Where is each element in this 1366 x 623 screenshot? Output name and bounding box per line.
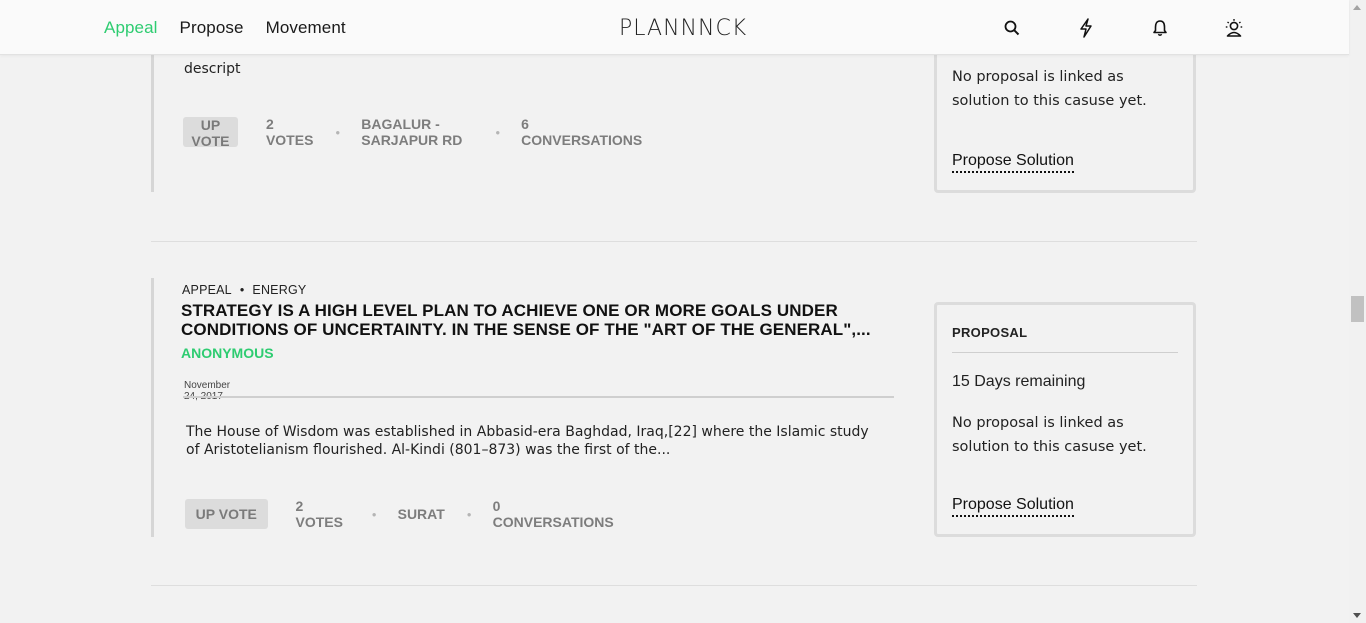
user-icon[interactable]: [1222, 15, 1246, 41]
bell-icon[interactable]: [1148, 15, 1172, 41]
scroll-up-arrow[interactable]: [1353, 5, 1361, 10]
scroll-thumb[interactable]: [1351, 296, 1364, 322]
proposal-note: No proposal is linked as solution to thi…: [952, 415, 1147, 455]
nav-propose[interactable]: Propose: [180, 18, 244, 38]
item-category[interactable]: ENERGY: [252, 283, 306, 297]
appeal-item: APPEAL • ENERGY STRATEGY IS A HIGH LEVEL P…: [151, 278, 894, 537]
upvote-button[interactable]: UP VOTE: [185, 499, 268, 529]
vote-count: 2 VOTES: [265, 116, 314, 148]
nav-appeal[interactable]: Appeal: [104, 18, 158, 38]
location-link[interactable]: SURAT: [398, 506, 445, 522]
main-nav: Appeal Propose Movement: [104, 0, 368, 55]
propose-solution-link[interactable]: Propose Solution: [952, 496, 1074, 517]
proposal-label: PROPOSAL: [952, 325, 1028, 340]
proposal-note: No proposal is linked as solution to thi…: [952, 69, 1147, 109]
vote-count: 2 VOTES: [295, 498, 343, 530]
scroll-down-arrow[interactable]: [1353, 613, 1361, 618]
conversations-link[interactable]: 6 CONVERSATIONS: [521, 116, 642, 148]
item-author[interactable]: ANONYMOUS: [181, 345, 274, 361]
separator-dot: •: [239, 283, 245, 297]
conversations-link[interactable]: 0 CONVERSATIONS: [493, 498, 615, 530]
propose-solution-link[interactable]: Propose Solution: [952, 152, 1074, 173]
item-actions: UP VOTE 2 VOTES ● BAGALUR - SARJAPUR RD …: [183, 116, 642, 149]
card-divider: [952, 352, 1178, 353]
location-link[interactable]: BAGALUR - SARJAPUR RD: [361, 116, 473, 148]
logo[interactable]: PLANNNCK: [619, 16, 747, 41]
item-separator: [151, 585, 1197, 586]
item-divider: [183, 396, 894, 398]
item-date: November 24, 2017: [184, 380, 231, 402]
item-type[interactable]: APPEAL: [182, 283, 232, 297]
appeal-item: descript UP VOTE 2 VOTES ● BAGALUR - SAR…: [151, 55, 642, 192]
item-actions: UP VOTE 2 VOTES ● SURAT ● 0 CONVERSATION…: [185, 498, 615, 530]
nav-movement[interactable]: Movement: [266, 18, 346, 38]
page-scrollbar[interactable]: [1349, 0, 1366, 623]
separator-dot: ●: [335, 127, 341, 137]
separator-dot: ●: [371, 509, 377, 519]
item-description: descript: [184, 61, 241, 77]
separator-dot: ●: [466, 509, 472, 519]
search-icon[interactable]: [1000, 15, 1024, 41]
separator-dot: ●: [495, 127, 501, 137]
item-title[interactable]: STRATEGY IS A HIGH LEVEL PLAN TO ACHIEVE…: [181, 301, 901, 339]
days-remaining: 15 Days remaining: [952, 373, 1086, 390]
item-separator: [151, 241, 1197, 242]
header-icons: [1000, 15, 1246, 41]
lightning-icon[interactable]: [1074, 15, 1098, 41]
top-navbar: Appeal Propose Movement PLANNNCK: [0, 0, 1349, 55]
item-meta: APPEAL • ENERGY: [182, 283, 306, 297]
upvote-button[interactable]: UP VOTE: [183, 117, 238, 149]
item-description: The House of Wisdom was established in A…: [186, 424, 869, 458]
proposal-card: PROPOSAL 15 Days remaining No proposal i…: [934, 302, 1196, 537]
